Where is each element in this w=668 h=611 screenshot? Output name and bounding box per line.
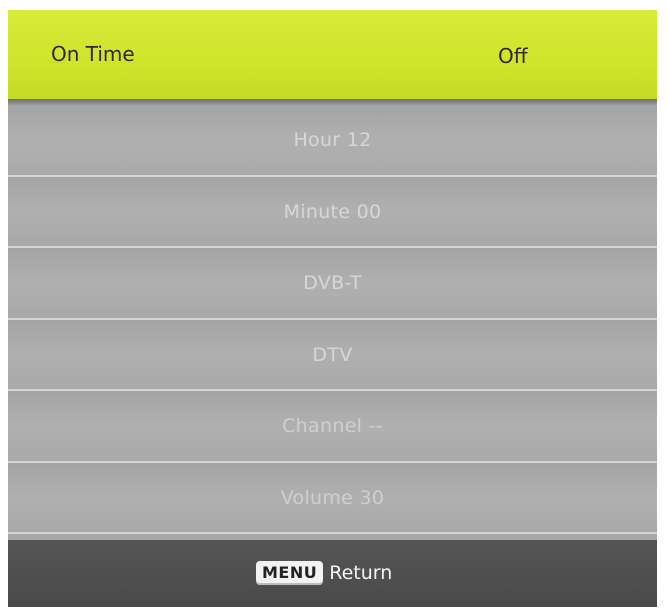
menu-item-volume: Volume 30 xyxy=(8,462,657,534)
footer-bar: MENU Return xyxy=(8,540,657,607)
on-time-label: On Time xyxy=(51,42,135,66)
menu-item-minute: Minute 00 xyxy=(8,176,657,248)
menu-item-dtv: DTV xyxy=(8,319,657,391)
on-time-value: Off xyxy=(498,44,528,68)
menu-item-hour: Hour 12 xyxy=(8,105,657,177)
osd-menu: On Time Off Hour 12 Minute 00 DVB-T DTV … xyxy=(8,10,657,607)
return-label: Return xyxy=(329,562,393,584)
on-time-row[interactable]: On Time Off xyxy=(8,10,657,99)
return-hint[interactable]: MENU Return xyxy=(256,560,392,586)
menu-key-icon: MENU xyxy=(256,561,324,585)
menu-items: Hour 12 Minute 00 DVB-T DTV Channel -- V… xyxy=(8,105,657,534)
menu-item-channel: Channel -- xyxy=(8,391,657,463)
menu-item-dvb-t: DVB-T xyxy=(8,248,657,320)
